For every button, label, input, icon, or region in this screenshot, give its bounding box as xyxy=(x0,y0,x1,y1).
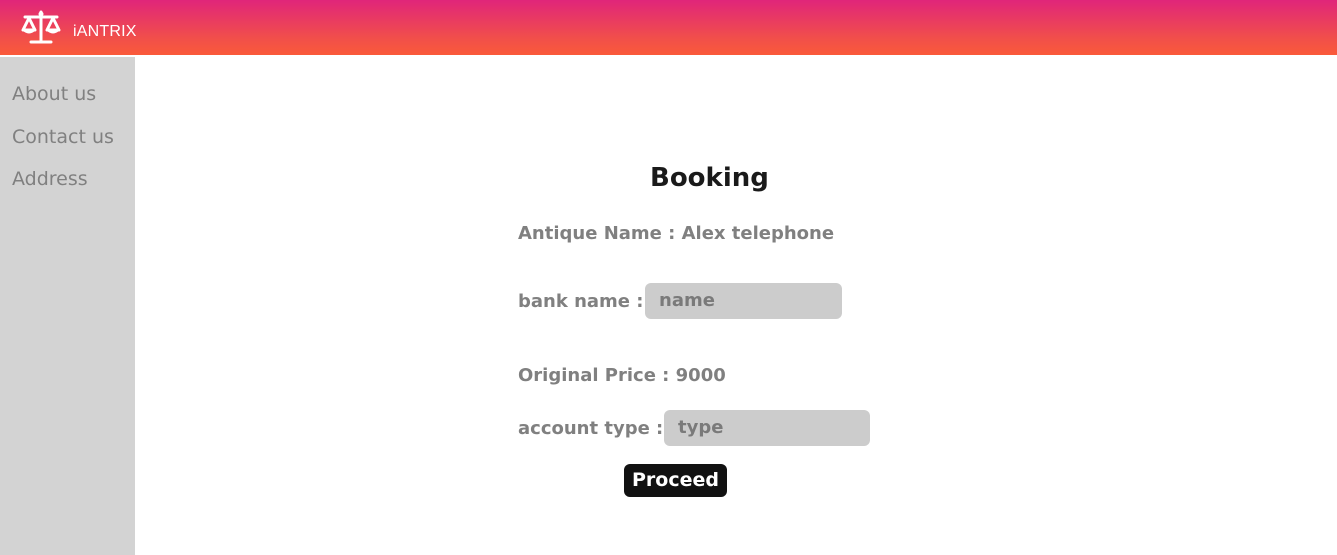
proceed-button[interactable]: Proceed xyxy=(624,464,727,497)
sidebar-item-address[interactable]: Address xyxy=(12,168,88,190)
sidebar-item-contact-us[interactable]: Contact us xyxy=(12,126,114,148)
top-header: iANTRIX xyxy=(0,0,1337,55)
bank-name-label: bank name : xyxy=(518,291,644,312)
scales-icon[interactable] xyxy=(19,9,63,45)
page-title: Booking xyxy=(650,163,769,193)
bank-name-input[interactable]: name xyxy=(645,283,842,319)
account-type-input[interactable]: type xyxy=(664,410,870,446)
original-price-text: Original Price : 9000 xyxy=(518,365,726,386)
antique-name-text: Antique Name : Alex telephone xyxy=(518,223,835,244)
sidebar-item-about-us[interactable]: About us xyxy=(12,83,96,105)
account-type-label: account type : xyxy=(518,418,664,439)
brand-name[interactable]: iANTRIX xyxy=(73,23,137,41)
sidebar: About us Contact us Address xyxy=(0,57,135,555)
booking-form: Booking Antique Name : Alex telephone ba… xyxy=(135,57,1337,555)
